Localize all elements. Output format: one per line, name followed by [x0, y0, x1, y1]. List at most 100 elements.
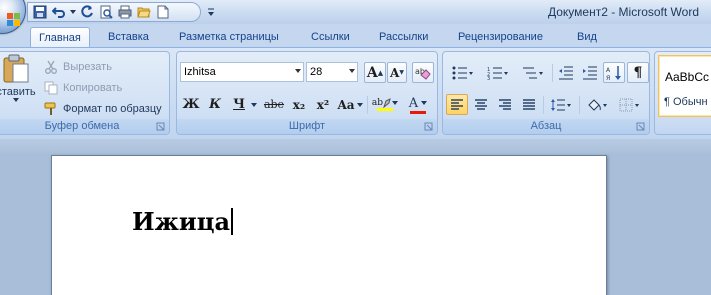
grow-font-icon: A	[366, 64, 378, 81]
sort-icon: AЯ	[606, 65, 621, 81]
align-right-icon	[499, 98, 511, 110]
pilcrow-icon: ¶	[633, 64, 643, 81]
copy-button[interactable]: Копировать	[43, 79, 122, 97]
clipboard-dialog-launcher-icon[interactable]	[156, 122, 166, 132]
paste-label: ставить	[0, 86, 36, 98]
decrease-indent-button[interactable]	[555, 62, 577, 83]
paste-icon	[3, 54, 29, 83]
underline-button[interactable]: Ч	[228, 94, 250, 115]
ribbon-tabs: Главная Вставка Разметка страницы Ссылки…	[0, 24, 711, 48]
sort-button[interactable]: AЯ	[603, 62, 625, 83]
font-group: Izhitsa 28 A ▲ A ▼ ab Ж К Ч abe x₂ x² Aa…	[176, 51, 438, 135]
format-painter-button[interactable]: Формат по образцу	[43, 100, 162, 118]
print-icon[interactable]	[117, 4, 133, 20]
borders-icon	[619, 98, 639, 111]
font-name-select[interactable]: Izhitsa	[180, 62, 304, 82]
tab-mailings[interactable]: Рассылки	[379, 27, 428, 48]
styles-group: AaBbCc ¶ Обычн	[654, 51, 711, 135]
underline-icon: Ч	[233, 97, 245, 112]
format-painter-label: Формат по образцу	[63, 103, 162, 115]
subscript-button[interactable]: x₂	[288, 94, 310, 115]
font-color-button[interactable]: A	[403, 94, 433, 115]
format-painter-icon	[43, 101, 59, 117]
numbering-button[interactable]: 123	[481, 62, 515, 83]
chevron-down-icon	[349, 69, 355, 73]
multilevel-list-icon	[523, 67, 543, 78]
borders-button[interactable]	[615, 94, 645, 115]
undo-icon[interactable]	[51, 4, 67, 20]
increase-indent-button[interactable]	[579, 62, 601, 83]
font-dialog-launcher-icon[interactable]	[424, 122, 434, 132]
quick-access-toolbar	[27, 2, 201, 22]
align-center-icon	[475, 98, 487, 110]
bullets-button[interactable]	[446, 62, 480, 83]
align-left-button[interactable]	[446, 94, 468, 115]
window-title: Документ2 - Microsoft Word	[547, 5, 699, 19]
change-case-button[interactable]: Aa	[336, 94, 364, 115]
undo-dropdown-icon[interactable]	[70, 4, 76, 20]
document-text-line[interactable]: Ижица	[132, 207, 233, 236]
change-case-icon: Aa	[337, 97, 355, 112]
scissors-icon	[43, 59, 59, 75]
paragraph-group-label: Абзац	[443, 119, 649, 134]
tab-home[interactable]: Главная	[30, 27, 90, 48]
tab-references[interactable]: Ссылки	[311, 27, 350, 48]
show-formatting-marks-button[interactable]: ¶	[627, 62, 649, 83]
underline-dropdown-icon[interactable]	[250, 94, 258, 115]
paragraph-separator-2	[543, 96, 544, 114]
paragraph-dialog-launcher-icon[interactable]	[636, 122, 646, 132]
font-color-bar	[410, 110, 426, 114]
chevron-down-icon	[295, 69, 301, 73]
open-icon[interactable]	[136, 4, 152, 20]
highlight-button[interactable]: ab	[370, 94, 400, 115]
copy-icon	[43, 80, 59, 96]
paste-dropdown-icon	[13, 98, 19, 102]
style-normal-label: ¶ Обычн	[664, 96, 708, 108]
paragraph-separator-1	[552, 64, 553, 82]
tab-insert[interactable]: Вставка	[108, 27, 149, 48]
font-size-select[interactable]: 28	[306, 62, 358, 82]
print-preview-icon[interactable]	[98, 4, 114, 20]
save-icon[interactable]	[32, 4, 48, 20]
office-button[interactable]	[0, 0, 26, 34]
line-spacing-button[interactable]	[546, 94, 576, 115]
cut-button[interactable]: Вырезать	[43, 58, 112, 76]
superscript-icon: x²	[316, 97, 330, 112]
superscript-button[interactable]: x²	[312, 94, 334, 115]
increase-indent-icon	[583, 66, 597, 79]
shrink-font-button[interactable]: A ▼	[387, 62, 407, 83]
italic-button[interactable]: К	[204, 94, 226, 115]
change-case-dropdown-icon	[356, 102, 363, 107]
paste-button[interactable]: ставить	[0, 54, 37, 116]
qat-customize-icon[interactable]	[206, 5, 216, 19]
document-page[interactable]: Ижица	[51, 155, 607, 295]
highlight-dropdown-icon	[392, 101, 399, 105]
tab-page-layout[interactable]: Разметка страницы	[179, 27, 279, 48]
multilevel-list-button[interactable]	[516, 62, 550, 83]
italic-icon: К	[209, 97, 221, 112]
tab-view[interactable]: Вид	[577, 27, 597, 48]
shading-button[interactable]	[582, 94, 612, 115]
align-center-button[interactable]	[470, 94, 492, 115]
document-text: Ижица	[132, 207, 230, 236]
style-normal-tile[interactable]: AaBbCc ¶ Обычн	[658, 55, 711, 117]
clear-formatting-icon: ab	[415, 67, 431, 80]
highlight-color-bar	[377, 108, 393, 111]
redo-icon[interactable]	[79, 4, 95, 20]
tab-review[interactable]: Рецензирование	[458, 27, 543, 48]
highlight-icon: ab	[371, 98, 384, 108]
copy-label: Копировать	[63, 82, 123, 94]
style-sample-text: AaBbCc	[665, 70, 710, 84]
cut-label: Вырезать	[63, 61, 112, 73]
clear-formatting-button[interactable]: ab	[412, 62, 434, 83]
align-right-button[interactable]	[494, 94, 516, 115]
bold-button[interactable]: Ж	[180, 94, 202, 115]
text-caret	[231, 208, 233, 235]
office-logo-icon	[7, 13, 20, 26]
font-size-value: 28	[310, 66, 323, 78]
new-document-icon[interactable]	[155, 4, 171, 20]
paragraph-group: 123 AЯ ¶ Абзац	[442, 51, 650, 135]
justify-button[interactable]	[518, 94, 540, 115]
strikethrough-button[interactable]: abe	[262, 94, 286, 115]
grow-font-button[interactable]: A ▲	[364, 62, 386, 83]
